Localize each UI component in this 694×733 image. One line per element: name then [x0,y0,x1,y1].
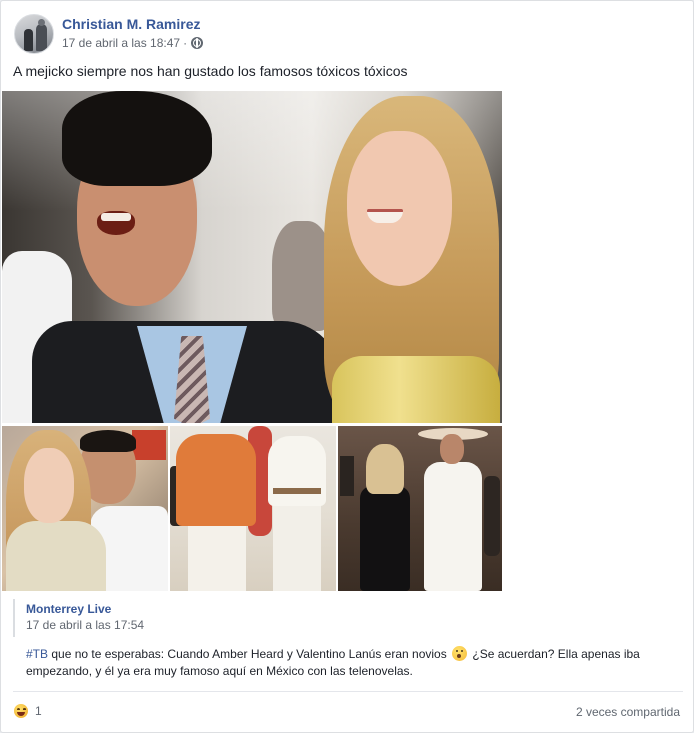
main-photo[interactable] [2,91,502,423]
photo-thumbnail-2[interactable] [170,426,336,591]
post-meta: 17 de abril a las 18:47 · [62,36,204,50]
shared-post-quote-bar [13,599,15,637]
hushed-face-emoji-icon [452,646,468,661]
avatar-figure-head [38,19,45,26]
avatar-figure [36,24,47,51]
footer-divider [13,691,683,692]
post-timestamp[interactable]: 17 de abril a las 18:47 [62,36,180,50]
avatar-figure [24,29,33,51]
reaction-count: 1 [35,704,42,718]
shared-page-name[interactable]: Monterrey Live [26,602,111,616]
photo-thumbnail-1[interactable] [2,426,168,591]
photo-thumbnail-3[interactable] [338,426,502,591]
post-card: Christian M. Ramirez 17 de abril a las 1… [0,0,694,733]
shared-post-text: #TB que no te esperabas: Cuando Amber He… [26,646,656,680]
haha-reaction-icon [13,703,29,719]
post-caption: A mejicko siempre nos han gustado los fa… [13,63,408,79]
shared-timestamp[interactable]: 17 de abril a las 17:54 [26,618,144,632]
reactions-summary[interactable]: 1 [13,703,42,719]
photo-background-person [272,221,332,331]
author-name[interactable]: Christian M. Ramirez [62,16,200,32]
meta-separator: · [183,36,188,50]
shared-text-part: que no te esperabas: Cuando Amber Heard … [48,647,451,661]
author-avatar[interactable] [14,14,54,54]
globe-icon[interactable] [191,37,204,49]
photo-woman-dress [332,356,500,423]
hashtag-link[interactable]: #TB [26,647,48,661]
shares-count[interactable]: 2 veces compartida [576,705,680,719]
photo-man-hair [62,91,212,186]
